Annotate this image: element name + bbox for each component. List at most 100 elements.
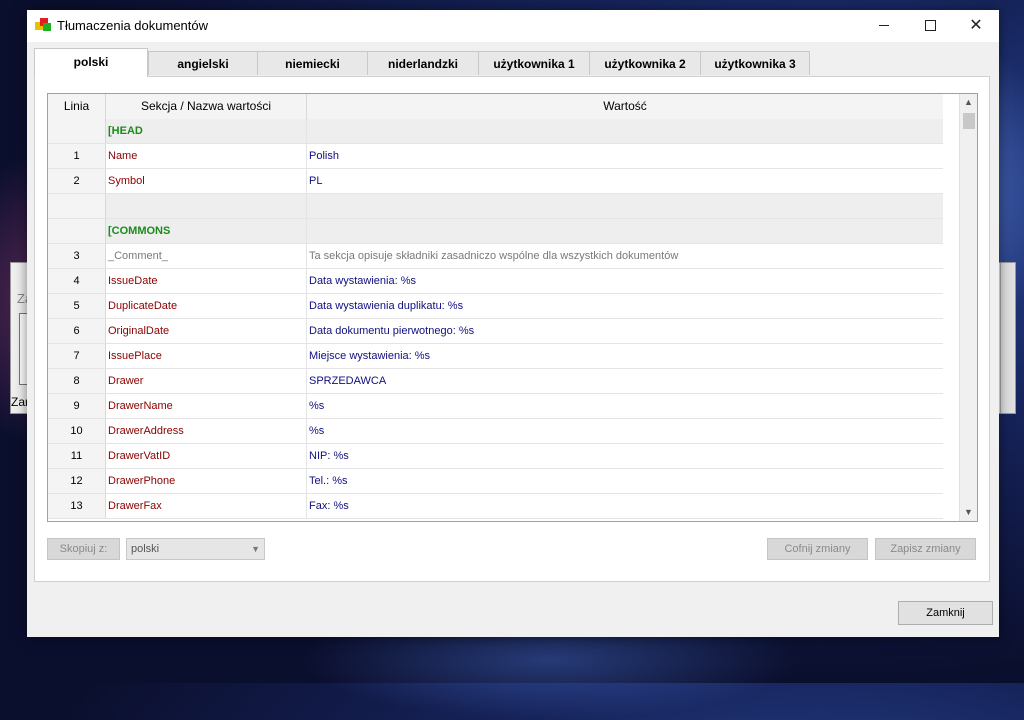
tab-niderlandzki[interactable]: niderlandzki (367, 51, 479, 75)
key-name-cell: DrawerName (106, 394, 307, 418)
value-cell[interactable]: Fax: %s (307, 494, 943, 518)
value-cell[interactable]: PL (307, 169, 943, 193)
key-name-cell: Name (106, 144, 307, 168)
line-number-cell: 8 (48, 369, 106, 393)
scroll-down-icon[interactable]: ▼ (960, 504, 977, 521)
translations-dialog: Tłumaczenia dokumentów ✕ polski angielsk… (27, 10, 999, 637)
key-name-cell: _Comment_ (106, 244, 307, 268)
key-name-cell: Drawer (106, 369, 307, 393)
key-name-cell: [COMMONS (106, 219, 307, 243)
close-button[interactable]: Zamknij (898, 601, 993, 625)
value-cell[interactable]: Data wystawienia: %s (307, 269, 943, 293)
table-row[interactable]: 13 DrawerFax Fax: %s (48, 494, 943, 519)
table-row[interactable]: 8 Drawer SPRZEDAWCA (48, 369, 943, 394)
copy-from-button[interactable]: Skopiuj z: (47, 538, 120, 560)
table-row[interactable]: 10 DrawerAddress %s (48, 419, 943, 444)
table-row[interactable]: 6 OriginalDate Data dokumentu pierwotnego:… (48, 319, 943, 344)
copy-source-value: polski (131, 543, 160, 555)
key-name-cell: Symbol (106, 169, 307, 193)
line-number-cell: 12 (48, 469, 106, 493)
tab-polski[interactable]: polski (34, 48, 148, 77)
translations-grid[interactable]: Linia Sekcja / Nazwa wartości Wartość [H… (47, 93, 978, 522)
line-number-cell: 10 (48, 419, 106, 443)
line-number-cell: 13 (48, 494, 106, 518)
tab-uzytkownika-2[interactable]: użytkownika 2 (589, 51, 701, 75)
table-row[interactable]: 4 IssueDate Data wystawienia: %s (48, 269, 943, 294)
value-cell[interactable]: Miejsce wystawienia: %s (307, 344, 943, 368)
line-number-cell: 5 (48, 294, 106, 318)
minimize-icon (879, 25, 889, 27)
app-cubes-icon (35, 18, 51, 32)
background-window-edge (1000, 263, 1015, 413)
table-row[interactable]: 1 Name Polish (48, 144, 943, 169)
table-row[interactable]: 7 IssuePlace Miejsce wystawienia: %s (48, 344, 943, 369)
tab-panel: Linia Sekcja / Nazwa wartości Wartość [H… (34, 76, 990, 582)
key-name-cell: OriginalDate (106, 319, 307, 343)
line-number-cell: 11 (48, 444, 106, 468)
key-name-cell: IssueDate (106, 269, 307, 293)
key-name-cell: DrawerPhone (106, 469, 307, 493)
save-changes-button[interactable]: Zapisz zmiany (875, 538, 976, 560)
column-header-value[interactable]: Wartość (307, 94, 943, 119)
column-header-line[interactable]: Linia (48, 94, 106, 119)
value-cell[interactable]: %s (307, 419, 943, 443)
key-name-cell: DrawerFax (106, 494, 307, 518)
key-name-cell (106, 194, 307, 218)
tab-uzytkownika-3[interactable]: użytkownika 3 (700, 51, 810, 75)
key-name-cell: DrawerVatID (106, 444, 307, 468)
line-number-cell: 7 (48, 344, 106, 368)
line-number-cell (48, 194, 106, 218)
section-row[interactable]: [COMMONS (48, 219, 943, 244)
line-number-cell: 4 (48, 269, 106, 293)
line-number-cell: 1 (48, 144, 106, 168)
close-window-button[interactable]: ✕ (953, 10, 999, 42)
key-name-cell: DuplicateDate (106, 294, 307, 318)
title-bar[interactable]: Tłumaczenia dokumentów ✕ (27, 10, 999, 42)
value-cell[interactable]: SPRZEDAWCA (307, 369, 943, 393)
line-number-cell (48, 219, 106, 243)
key-name-cell: DrawerAddress (106, 419, 307, 443)
table-row[interactable]: 3 _Comment_ Ta sekcja opisuje składniki za… (48, 244, 943, 269)
tab-niemiecki[interactable]: niemiecki (257, 51, 368, 75)
scrollbar-thumb[interactable] (963, 113, 975, 129)
table-row[interactable]: 12 DrawerPhone Tel.: %s (48, 469, 943, 494)
chevron-down-icon: ▼ (251, 544, 260, 554)
maximize-button[interactable] (907, 10, 953, 42)
line-number-cell (48, 119, 106, 143)
table-row[interactable]: 9 DrawerName %s (48, 394, 943, 419)
value-cell[interactable]: Polish (307, 144, 943, 168)
table-row[interactable]: 5 DuplicateDate Data wystawienia duplikatu… (48, 294, 943, 319)
line-number-cell: 6 (48, 319, 106, 343)
tab-uzytkownika-1[interactable]: użytkownika 1 (478, 51, 590, 75)
value-cell[interactable]: Data wystawienia duplikatu: %s (307, 294, 943, 318)
tab-angielski[interactable]: angielski (148, 51, 258, 75)
copy-source-select[interactable]: polski ▼ (126, 538, 265, 560)
maximize-icon (924, 20, 936, 32)
value-cell[interactable] (307, 194, 943, 218)
grid-rows: [HEAD 1 Name Polish 2 Symbol PL [COMMONS 3 _Comme… (48, 119, 943, 519)
undo-changes-button[interactable]: Cofnij zmiany (767, 538, 868, 560)
table-row[interactable]: 2 Symbol PL (48, 169, 943, 194)
line-number-cell: 9 (48, 394, 106, 418)
value-cell[interactable]: %s (307, 394, 943, 418)
close-icon: ✕ (969, 17, 983, 34)
key-name-cell: [HEAD (106, 119, 307, 143)
value-cell[interactable]: NIP: %s (307, 444, 943, 468)
line-number-cell: 2 (48, 169, 106, 193)
value-cell[interactable]: Ta sekcja opisuje składniki zasadniczo w… (307, 244, 943, 268)
section-row[interactable]: [HEAD (48, 119, 943, 144)
column-header-section[interactable]: Sekcja / Nazwa wartości (106, 94, 307, 119)
value-cell[interactable] (307, 119, 943, 143)
table-row[interactable]: 11 DrawerVatID NIP: %s (48, 444, 943, 469)
value-cell[interactable]: Tel.: %s (307, 469, 943, 493)
grid-header: Linia Sekcja / Nazwa wartości Wartość (48, 94, 943, 120)
key-name-cell: IssuePlace (106, 344, 307, 368)
line-number-cell: 3 (48, 244, 106, 268)
scroll-up-icon[interactable]: ▲ (960, 94, 977, 111)
window-title: Tłumaczenia dokumentów (57, 18, 209, 33)
value-cell[interactable] (307, 219, 943, 243)
vertical-scrollbar[interactable]: ▲ ▼ (959, 94, 977, 521)
blank-row[interactable] (48, 194, 943, 219)
value-cell[interactable]: Data dokumentu pierwotnego: %s (307, 319, 943, 343)
minimize-button[interactable] (861, 10, 907, 42)
